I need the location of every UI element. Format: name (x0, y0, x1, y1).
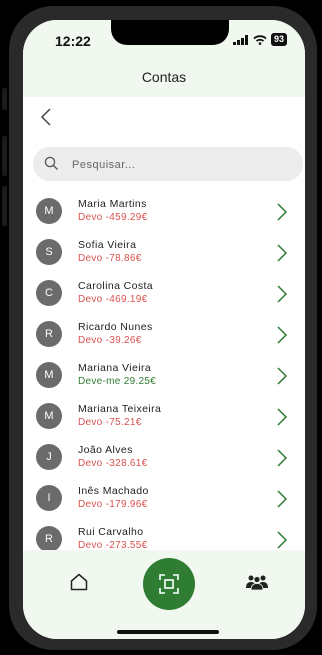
avatar: I (36, 485, 62, 511)
contact-name: Rui Carvalho (78, 526, 144, 538)
people-icon[interactable] (245, 573, 269, 591)
contact-balance: Devo -78.86€ (78, 253, 142, 264)
chevron-right-icon[interactable] (276, 449, 288, 467)
contact-name: Maria Martins (78, 198, 147, 210)
status-icons: 93 (233, 33, 288, 46)
chevron-right-icon[interactable] (276, 367, 288, 385)
silent-switch (2, 88, 7, 110)
contact-balance: Devo -179.96€ (78, 499, 148, 510)
avatar: R (36, 526, 62, 550)
signal-icon (233, 34, 248, 45)
contact-name: Ricardo Nunes (78, 321, 153, 333)
contact-name: João Alves (78, 444, 133, 456)
chevron-right-icon[interactable] (276, 203, 288, 221)
list-item[interactable]: R Ricardo Nunes Devo -39.26€ (23, 313, 305, 354)
avatar: R (36, 321, 62, 347)
bottom-nav (23, 550, 305, 639)
list-item[interactable]: M Mariana Teixeira Devo -75.21€ (23, 395, 305, 436)
page-title: Contas (141, 69, 187, 85)
list-item[interactable]: M Mariana Vieira Deve-me 29.25€ (23, 354, 305, 395)
list-item[interactable]: J João Alves Devo -328.61€ (23, 436, 305, 477)
top-bar: 12:22 93 Contas (23, 20, 305, 97)
back-chevron-icon[interactable] (37, 107, 57, 127)
contact-balance: Devo -469.19€ (78, 294, 148, 305)
phone-screen: 12:22 93 Contas M (23, 20, 305, 639)
search-icon (44, 156, 58, 170)
list-item[interactable]: M Maria Martins Devo -459.29€ (23, 190, 305, 231)
contact-name: Sofia Vieira (78, 239, 137, 251)
contact-balance: Devo -39.26€ (78, 335, 142, 346)
avatar: C (36, 280, 62, 306)
search-bar[interactable] (33, 147, 303, 183)
list-item[interactable]: S Sofia Vieira Devo -78.86€ (23, 231, 305, 272)
contact-balance: Devo -273.55€ (78, 540, 148, 550)
contact-name: Mariana Vieira (78, 362, 152, 374)
list-item[interactable]: I Inês Machado Devo -179.96€ (23, 477, 305, 518)
list-item[interactable]: R Rui Carvalho Devo -273.55€ (23, 518, 305, 550)
contact-balance: Deve-me 29.25€ (78, 376, 157, 387)
avatar: J (36, 444, 62, 470)
contact-name: Carolina Costa (78, 280, 154, 292)
chevron-right-icon[interactable] (276, 285, 288, 303)
chevron-right-icon[interactable] (276, 531, 288, 549)
chevron-right-icon[interactable] (276, 326, 288, 344)
contact-balance: Devo -459.29€ (78, 212, 148, 223)
scan-button[interactable] (143, 558, 195, 610)
contact-name: Inês Machado (78, 485, 149, 497)
list-item[interactable]: C Carolina Costa Devo -469.19€ (23, 272, 305, 313)
avatar: M (36, 403, 62, 429)
avatar: M (36, 198, 62, 224)
avatar: M (36, 362, 62, 388)
scan-icon (159, 574, 179, 594)
wifi-icon (253, 34, 267, 45)
home-indicator (117, 630, 219, 634)
contact-balance: Devo -75.21€ (78, 417, 142, 428)
home-icon[interactable] (69, 572, 89, 592)
contact-balance: Devo -328.61€ (78, 458, 148, 469)
chevron-right-icon[interactable] (276, 244, 288, 262)
volume-down-button (2, 186, 7, 226)
search-input[interactable] (70, 147, 294, 183)
avatar: S (36, 239, 62, 265)
status-time: 12:22 (55, 33, 91, 49)
chevron-right-icon[interactable] (276, 408, 288, 426)
contact-list: M Maria Martins Devo -459.29€ S Sofia Vi… (23, 190, 305, 550)
chevron-right-icon[interactable] (276, 490, 288, 508)
notch (111, 20, 229, 45)
contact-name: Mariana Teixeira (78, 403, 162, 415)
volume-up-button (2, 136, 7, 176)
battery-indicator: 93 (271, 33, 288, 46)
